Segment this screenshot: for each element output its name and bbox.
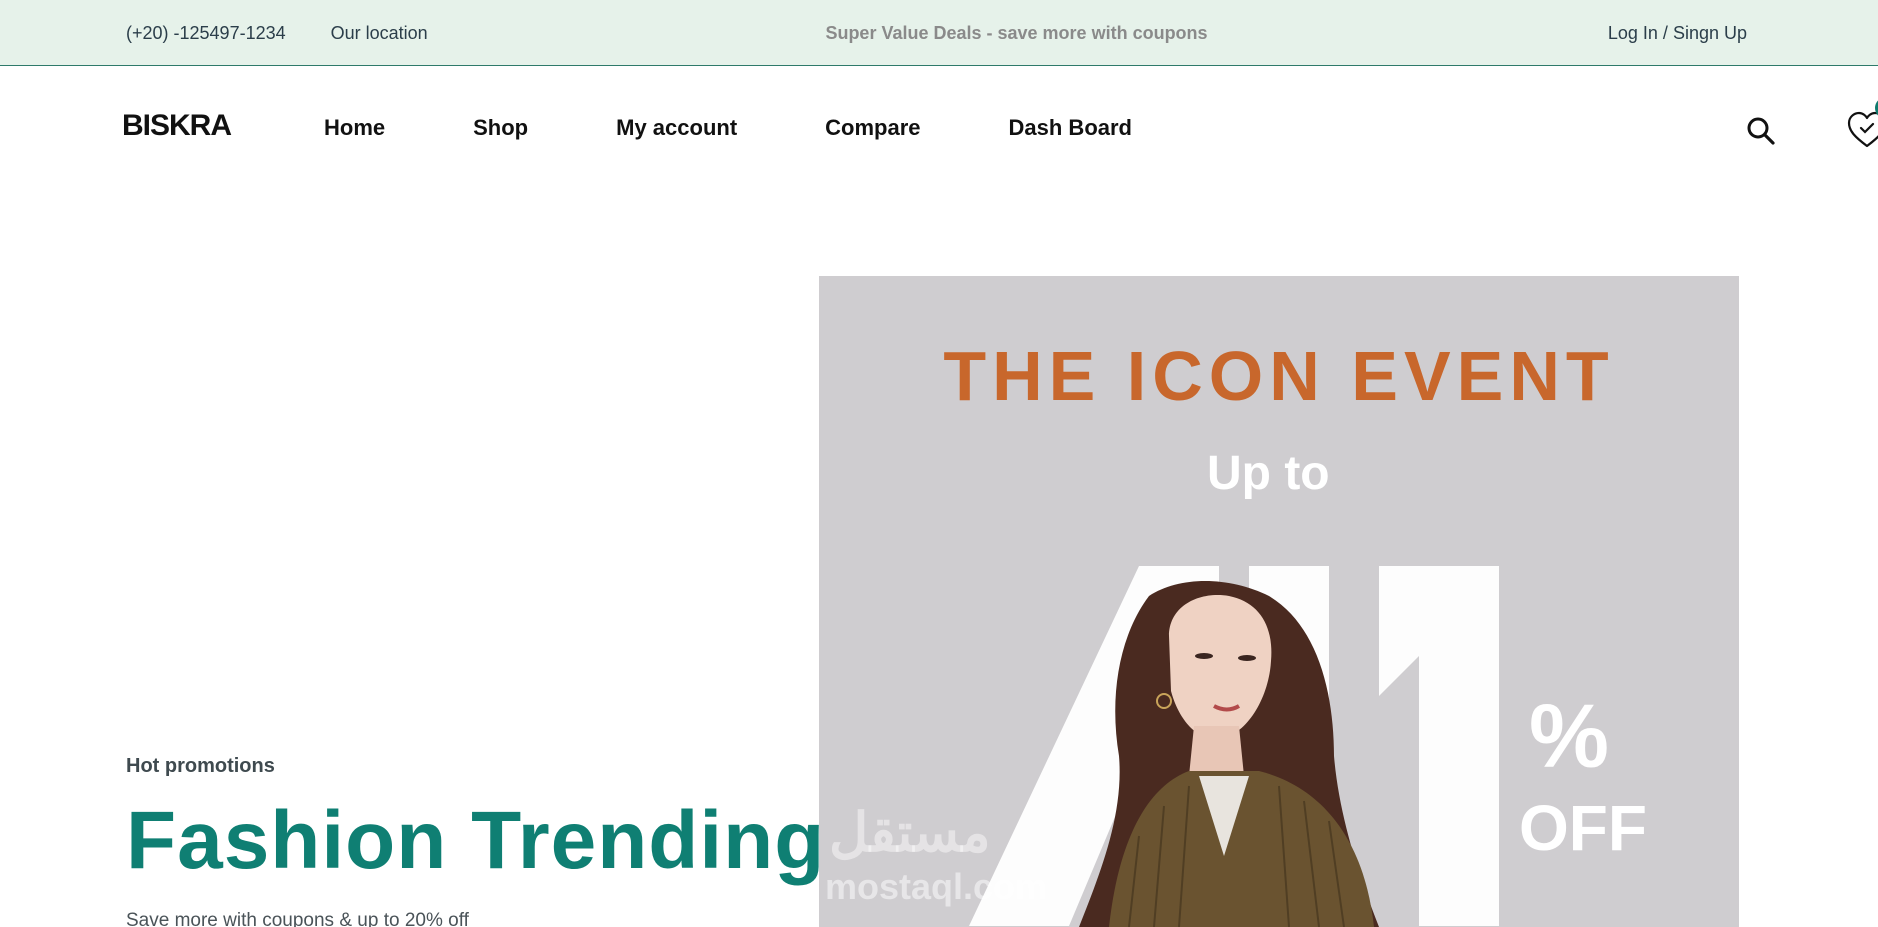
hero-subtitle: Save more with coupons & up to 20% off bbox=[126, 910, 469, 927]
watermark-arabic: مستقل bbox=[829, 803, 991, 863]
login-signup-link[interactable]: Log In / Singn Up bbox=[1608, 23, 1747, 44]
nav-my-account[interactable]: My account bbox=[616, 115, 737, 141]
nav-compare[interactable]: Compare bbox=[825, 115, 920, 141]
banner-up-to: Up to bbox=[1207, 447, 1330, 500]
watermark-url: mostaql.com bbox=[825, 866, 1048, 907]
promo-banner-image[interactable]: THE ICON EVENT Up to % OFF مستقل mostaql… bbox=[819, 276, 1739, 927]
site-logo[interactable]: BISKRA bbox=[122, 109, 232, 143]
nav-dashboard[interactable]: Dash Board bbox=[1009, 115, 1132, 141]
promo-text: Super Value Deals - save more with coupo… bbox=[825, 22, 1208, 43]
hero-title: Fashion Trending bbox=[126, 795, 826, 886]
top-bar: (+20) -125497-1234 Our location Super Va… bbox=[0, 0, 1878, 66]
nav-shop[interactable]: Shop bbox=[473, 115, 528, 141]
banner-percent: % bbox=[1529, 687, 1610, 787]
top-bar-promo: Super Value Deals - save more with coupo… bbox=[0, 0, 1878, 66]
search-icon[interactable] bbox=[1746, 116, 1776, 146]
nav-home[interactable]: Home bbox=[324, 115, 385, 141]
main-nav: Home Shop My account Compare Dash Board bbox=[324, 66, 1220, 190]
main-header: BISKRA Home Shop My account Compare Dash… bbox=[0, 66, 1878, 190]
wishlist-heart-icon[interactable] bbox=[1845, 108, 1878, 152]
header-icons: 3 3 bbox=[1478, 66, 1878, 190]
hero-label: Hot promotions bbox=[126, 755, 275, 777]
banner-off: OFF bbox=[1519, 792, 1647, 864]
top-bar-right: Log In / Singn Up bbox=[1608, 0, 1747, 66]
banner-title: THE ICON EVENT bbox=[943, 337, 1615, 415]
